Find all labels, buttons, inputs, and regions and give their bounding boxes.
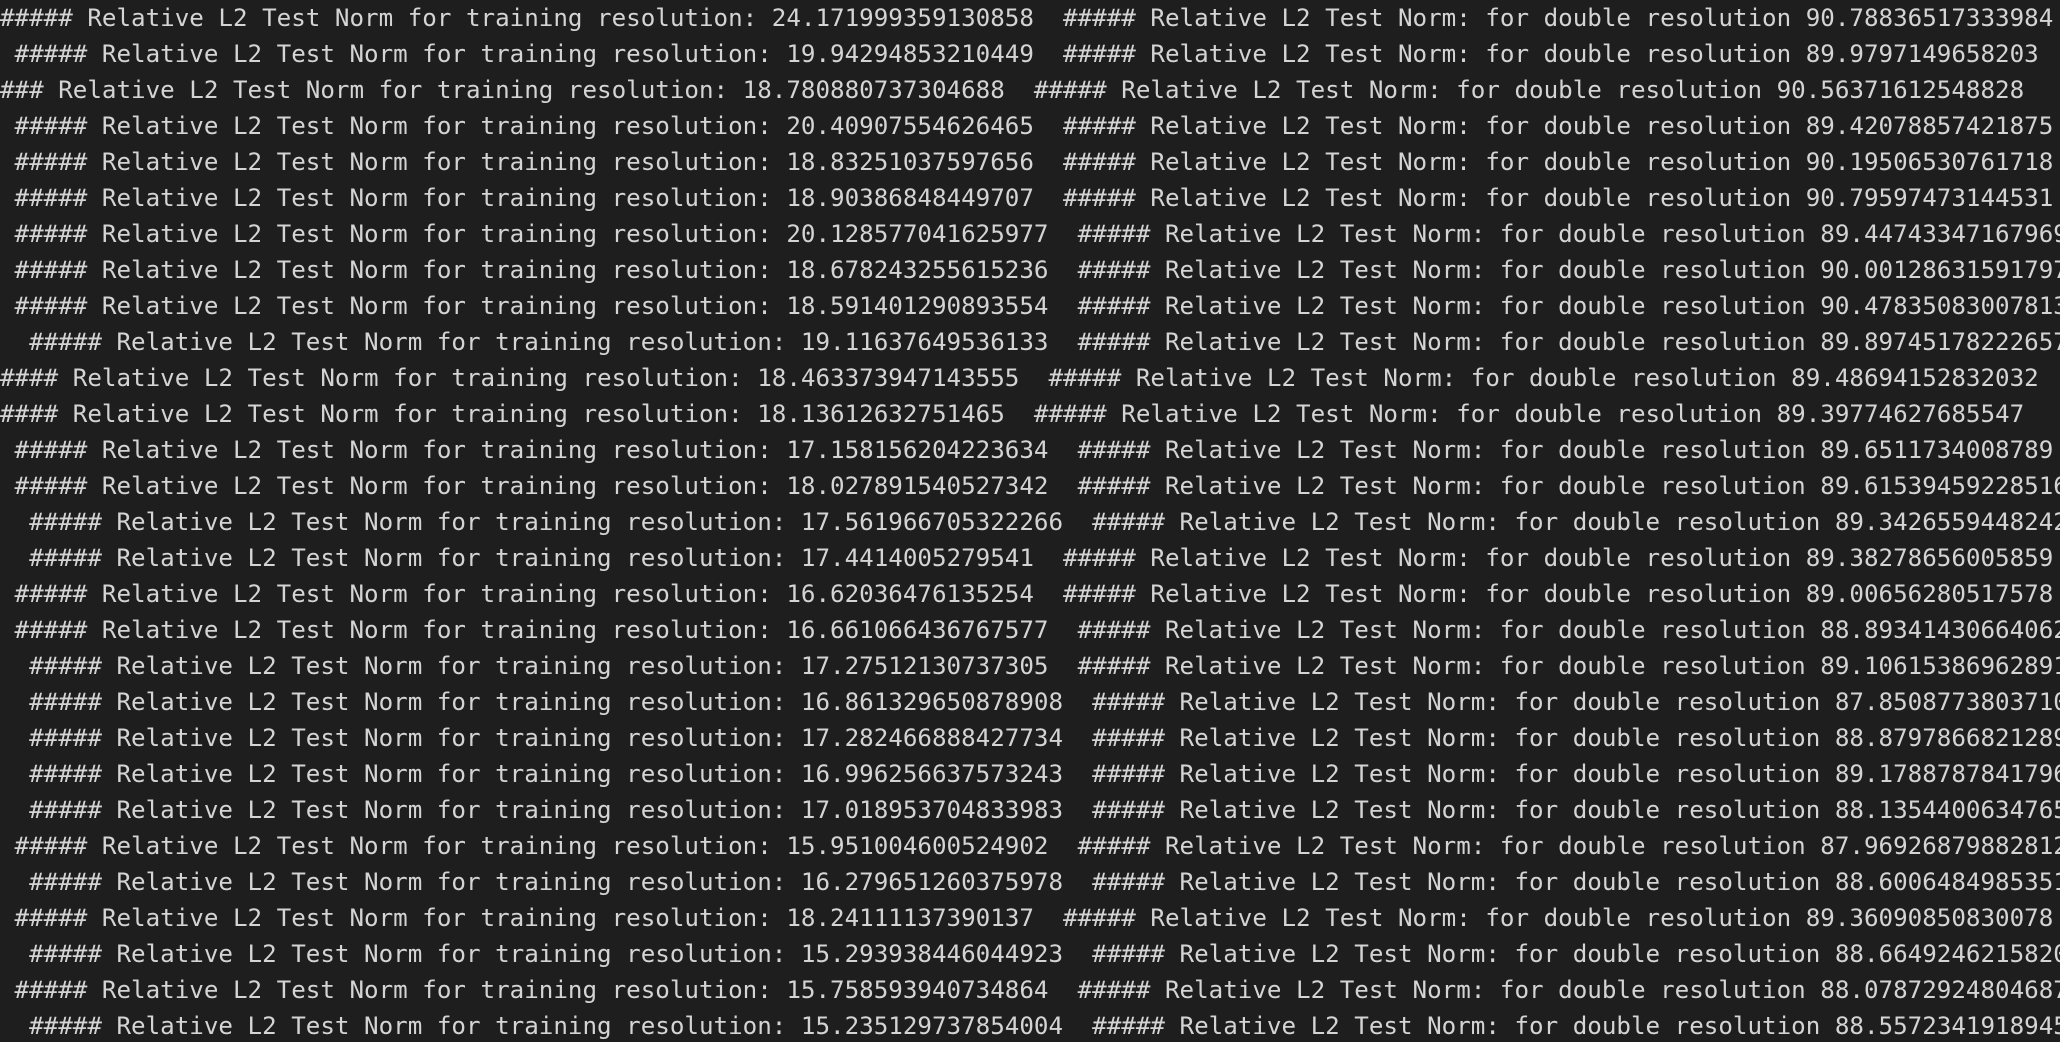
terminal-line: ##### Relative L2 Test Norm for training… (0, 328, 2060, 356)
terminal-line: ##### Relative L2 Test Norm for training… (0, 688, 2060, 716)
terminal-line: ##### Relative L2 Test Norm for training… (0, 724, 2060, 752)
terminal-line: ##### Relative L2 Test Norm for training… (0, 40, 2039, 68)
terminal-line: ##### Relative L2 Test Norm for training… (0, 292, 2060, 320)
terminal-line: ##### Relative L2 Test Norm for training… (0, 148, 2054, 176)
terminal-line: ##### Relative L2 Test Norm for training… (0, 652, 2060, 680)
terminal-line: ##### Relative L2 Test Norm for training… (0, 4, 2054, 32)
terminal-output[interactable]: ##### Relative L2 Test Norm for training… (0, 0, 2060, 1042)
terminal-line: ##### Relative L2 Test Norm for training… (0, 904, 2054, 932)
terminal-line: ##### Relative L2 Test Norm for training… (0, 508, 2060, 536)
terminal-line: ##### Relative L2 Test Norm for training… (0, 256, 2060, 284)
terminal-line: ##### Relative L2 Test Norm for training… (0, 616, 2060, 644)
terminal-line: ##### Relative L2 Test Norm for training… (0, 472, 2060, 500)
terminal-line: ##### Relative L2 Test Norm for training… (0, 220, 2060, 248)
terminal-line: ##### Relative L2 Test Norm for training… (0, 796, 2060, 824)
terminal-line: ##### Relative L2 Test Norm for training… (0, 940, 2060, 968)
terminal-line: ##### Relative L2 Test Norm for training… (0, 184, 2054, 212)
terminal-line: ##### Relative L2 Test Norm for training… (0, 112, 2054, 140)
terminal-line: ##### Relative L2 Test Norm for training… (0, 544, 2054, 572)
terminal-line: ### Relative L2 Test Norm for training r… (0, 76, 2025, 104)
terminal-line: ##### Relative L2 Test Norm for training… (0, 976, 2060, 1004)
terminal-line: ##### Relative L2 Test Norm for training… (0, 436, 2054, 464)
terminal-line: ##### Relative L2 Test Norm for training… (0, 832, 2060, 860)
terminal-line: #### Relative L2 Test Norm for training … (0, 364, 2039, 392)
terminal-line: ##### Relative L2 Test Norm for training… (0, 580, 2054, 608)
terminal-line: ##### Relative L2 Test Norm for training… (0, 1012, 2060, 1040)
terminal-line: ##### Relative L2 Test Norm for training… (0, 868, 2060, 896)
terminal-line: ##### Relative L2 Test Norm for training… (0, 760, 2060, 788)
terminal-line: #### Relative L2 Test Norm for training … (0, 400, 2025, 428)
